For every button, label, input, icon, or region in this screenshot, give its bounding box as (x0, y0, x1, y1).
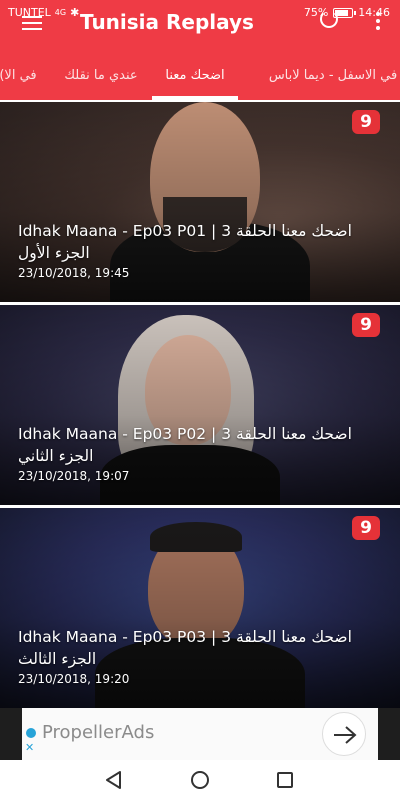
tab-andi-ma-nkolek[interactable]: عندي ما نقلك (58, 50, 144, 100)
tab-partial[interactable]: (في الا (0, 50, 40, 100)
channel-logo: 9 (352, 313, 380, 337)
tab-bar: (في الا عندي ما نقلك اضحك معنا في الاسفل… (0, 50, 400, 100)
ad-close-icon[interactable]: ✕ (25, 742, 34, 754)
video-date: 23/10/2018, 19:20 (18, 672, 130, 686)
menu-icon[interactable] (22, 16, 42, 30)
channel-logo: 9 (352, 516, 380, 540)
ad-content[interactable]: ✕ PropellerAds (22, 708, 378, 760)
video-title: Idhak Maana - Ep03 P03 | اضحك معنا الحلق… (18, 626, 380, 670)
overflow-menu-icon[interactable] (376, 12, 380, 30)
back-icon[interactable] (104, 770, 124, 790)
app-bar: TUNTEL 4G ✱ 75% 14:46 Tunisia Replays (ف… (0, 0, 400, 100)
video-title-line2: الجزء الثالث (18, 650, 97, 668)
recent-apps-icon[interactable] (277, 772, 293, 788)
video-title-line2: الجزء الثاني (18, 447, 94, 465)
tab-idhak-maana[interactable]: اضحك معنا (152, 50, 238, 100)
system-nav-bar (0, 760, 400, 800)
page-title: Tunisia Replays (80, 10, 254, 34)
bluetooth-icon: ✱ (70, 6, 80, 19)
video-title-line1: Idhak Maana - Ep03 P03 | اضحك معنا الحلق… (18, 628, 352, 646)
video-card[interactable]: 9 Idhak Maana - Ep03 P01 | اضحك معنا الح… (0, 102, 400, 302)
clock-label: 14:46 (358, 6, 390, 19)
ad-banner[interactable]: ✕ PropellerAds (0, 708, 400, 760)
video-card[interactable]: 9 Idhak Maana - Ep03 P02 | اضحك معنا الح… (0, 305, 400, 505)
active-tab-indicator (152, 96, 238, 100)
video-title-line2: الجزء الأول (18, 244, 90, 262)
ad-text: PropellerAds (42, 722, 155, 743)
channel-logo: 9 (352, 110, 380, 134)
network-label: 4G (54, 8, 67, 17)
search-icon[interactable] (320, 10, 338, 28)
video-date: 23/10/2018, 19:07 (18, 469, 130, 483)
ad-info-icon[interactable] (26, 728, 36, 738)
tab-dima-labes[interactable]: في الاسفل - ديما لاباس (258, 50, 400, 100)
video-title-line1: Idhak Maana - Ep03 P01 | اضحك معنا الحلق… (18, 222, 352, 240)
home-icon[interactable] (191, 771, 209, 789)
ad-arrow-button[interactable] (322, 712, 366, 756)
video-card[interactable]: 9 Idhak Maana - Ep03 P03 | اضحك معنا الح… (0, 508, 400, 708)
video-date: 23/10/2018, 19:45 (18, 266, 130, 280)
video-title: Idhak Maana - Ep03 P01 | اضحك معنا الحلق… (18, 220, 380, 264)
video-title-line1: Idhak Maana - Ep03 P02 | اضحك معنا الحلق… (18, 425, 352, 443)
arrow-right-icon (334, 726, 357, 744)
video-title: Idhak Maana - Ep03 P02 | اضحك معنا الحلق… (18, 423, 380, 467)
